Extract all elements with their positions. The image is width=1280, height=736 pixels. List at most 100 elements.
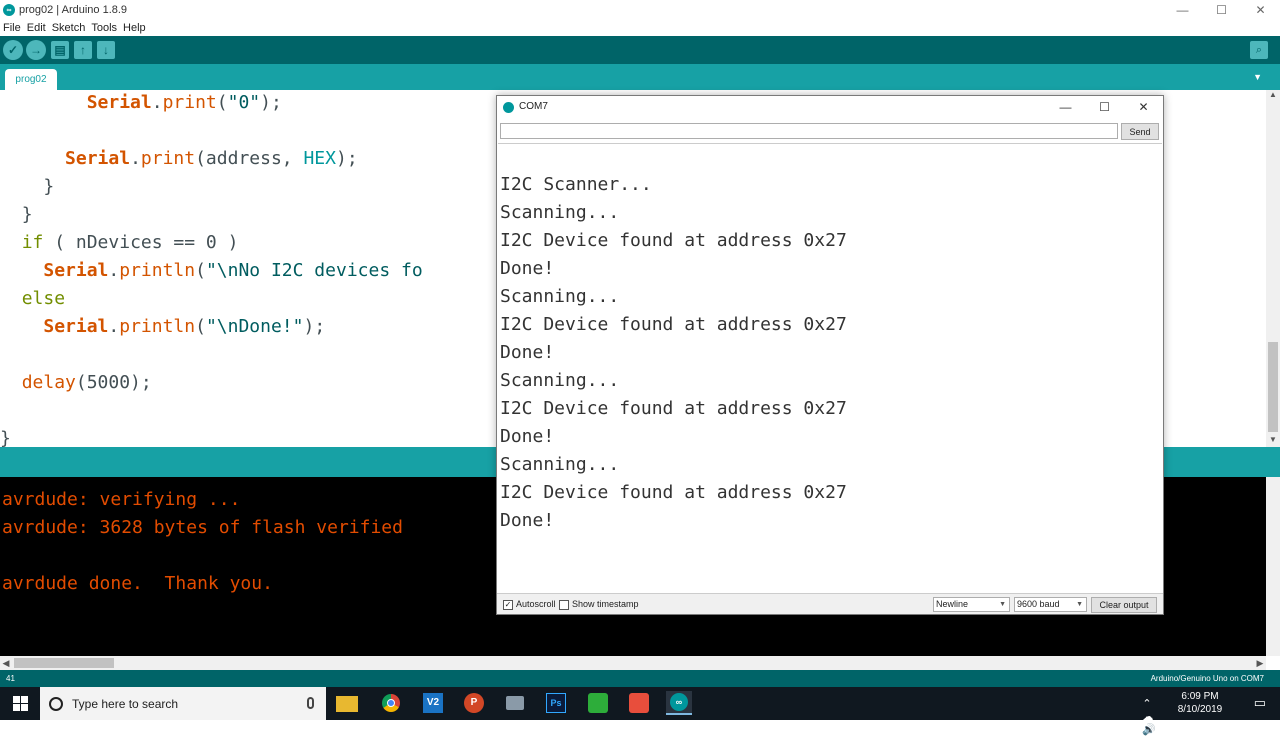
serial-output-line: I2C Device found at address 0x27 [500,482,847,503]
arduino-taskbar-icon[interactable]: ∞ [666,691,692,715]
serial-output: I2C Scanner... Scanning... I2C Device foun… [498,143,1162,592]
photoshop-icon[interactable]: Ps [543,691,569,715]
tabs-bar: prog02 ▼ [0,64,1280,90]
window-controls: — ☐ ✕ [1163,0,1280,20]
scroll-up-icon[interactable]: ▲ [1266,90,1280,102]
chrome-icon[interactable] [378,691,404,715]
serial-monitor-window: COM7 — ☐ ✕ Send I2C Scanner... Scanning..… [496,95,1164,615]
code-line: else [21,288,66,309]
new-button[interactable]: ▤ [51,41,69,59]
close-button[interactable]: ✕ [1124,96,1163,118]
serial-input-field[interactable] [500,123,1118,139]
notification-icon[interactable]: ▭ [1254,695,1266,711]
scrollbar-thumb[interactable] [1268,342,1278,432]
serial-output-line: Scanning... [500,286,620,307]
console-horizontal-scrollbar[interactable]: ◀ ▶ [0,656,1266,670]
microphone-icon[interactable] [307,697,314,709]
code-line: Serial.println("\nDone!"); [43,316,326,337]
scrollbar-thumb[interactable] [14,658,114,668]
baud-rate-select[interactable]: 9600 baud ▼ [1014,597,1087,612]
arduino-logo-icon: ∞ [3,4,15,16]
camtasia-icon[interactable] [585,691,611,715]
maximize-button[interactable]: ☐ [1085,96,1124,118]
menu-file[interactable]: File [3,22,21,34]
serial-monitor-button[interactable]: ⌕ [1250,41,1268,59]
minimize-button[interactable]: — [1163,0,1202,20]
menu-bar: File Edit Sketch Tools Help [0,20,1280,36]
timestamp-label: Show timestamp [572,599,639,609]
cortana-icon [49,696,63,711]
code-line: if ( nDevices == 0 ) [21,232,239,253]
serial-output-line: I2C Device found at address 0x27 [500,398,847,419]
tab-menu-icon[interactable]: ▼ [1253,72,1262,82]
autoscroll-label: Autoscroll [516,599,556,609]
code-line: Serial.print("0"); [86,92,282,113]
file-explorer-icon[interactable] [336,696,358,712]
clock-time: 6:09 PM [1181,691,1219,702]
send-button[interactable]: Send [1121,123,1159,140]
serial-monitor-title-bar: COM7 — ☐ ✕ [497,96,1163,118]
chevron-down-icon: ▼ [999,601,1006,608]
maximize-button[interactable]: ☐ [1202,0,1241,20]
tab-prog02[interactable]: prog02 [5,69,57,90]
console-line: avrdude: 3628 bytes of flash verified [2,517,403,538]
save-button[interactable]: ↓ [97,41,115,59]
open-button[interactable]: ↑ [74,41,92,59]
title-bar: ∞ prog02 | Arduino 1.8.9 — ☐ ✕ [0,0,1280,20]
camtasia-recorder-icon[interactable] [626,691,652,715]
line-number: 41 [6,674,15,683]
windows-logo-icon [12,696,28,711]
serial-monitor-controls: — ☐ ✕ [1046,96,1163,118]
menu-tools[interactable]: Tools [91,22,117,34]
status-bar: 41 Arduino/Genuino Uno on COM7 [0,670,1280,687]
scroll-down-icon[interactable]: ▼ [1266,435,1280,447]
start-button[interactable] [0,687,40,720]
clock-date: 8/10/2019 [1177,704,1223,715]
taskbar-search[interactable]: Type here to search [40,687,326,720]
menu-edit[interactable]: Edit [27,22,46,34]
console-line: avrdude: verifying ... [2,489,241,510]
code-line: Serial.println("\nNo I2C devices fo [43,260,423,281]
serial-monitor-footer: ✓ Autoscroll Show timestamp Newline ▼ 96… [497,593,1163,614]
upload-button[interactable]: → [26,40,46,60]
clock[interactable]: 6:09 PM 8/10/2019 [1170,690,1230,716]
board-info: Arduino/Genuino Uno on COM7 [1150,674,1264,683]
code-line: Serial.print(address, HEX); [65,148,358,169]
editor-vertical-scrollbar[interactable]: ▲ ▼ [1266,90,1280,447]
clear-output-button[interactable]: Clear output [1091,597,1157,613]
serial-output-line: I2C Scanner... [500,174,652,195]
search-placeholder: Type here to search [72,696,179,711]
minimize-button[interactable]: — [1046,96,1085,118]
line-ending-value: Newline [936,599,969,609]
serial-output-line: Scanning... [500,370,620,391]
scroll-right-icon[interactable]: ▶ [1254,656,1266,670]
console-vertical-scrollbar[interactable] [1266,477,1280,656]
code-line: } [21,204,33,225]
console-line: avrdude done. Thank you. [2,573,273,594]
scroll-left-icon[interactable]: ◀ [0,656,12,670]
toolbar: ✓ → ▤ ↑ ↓ ⌕ [0,36,1280,64]
line-ending-select[interactable]: Newline ▼ [933,597,1010,612]
taskbar: Type here to search V2 P Ps ∞ ⌃ ☁ 🔊 6:09… [0,687,1280,736]
verify-button[interactable]: ✓ [3,40,23,60]
serial-output-line: Done! [500,342,555,363]
serial-output-line: Done! [500,258,555,279]
serial-monitor-title: COM7 [519,101,548,112]
tray-icons[interactable]: ⌃ ☁ 🔊 [1142,697,1162,736]
menu-sketch[interactable]: Sketch [52,22,86,34]
autoscroll-checkbox[interactable]: ✓ [503,600,513,610]
serial-output-line: Done! [500,426,555,447]
code-line: } [43,176,55,197]
close-button[interactable]: ✕ [1241,0,1280,20]
window-title: prog02 | Arduino 1.8.9 [19,4,128,16]
baud-rate-value: 9600 baud [1017,599,1060,609]
powerpoint-icon[interactable]: P [461,691,487,715]
serial-output-line: Scanning... [500,202,620,223]
code-line: } [0,428,11,447]
serial-output-line: Done! [500,510,555,531]
camera-icon[interactable] [502,691,528,715]
timestamp-checkbox[interactable] [559,600,569,610]
menu-help[interactable]: Help [123,22,146,34]
serial-output-line: I2C Device found at address 0x27 [500,230,847,251]
vectorworks-icon[interactable]: V2 [420,691,446,715]
